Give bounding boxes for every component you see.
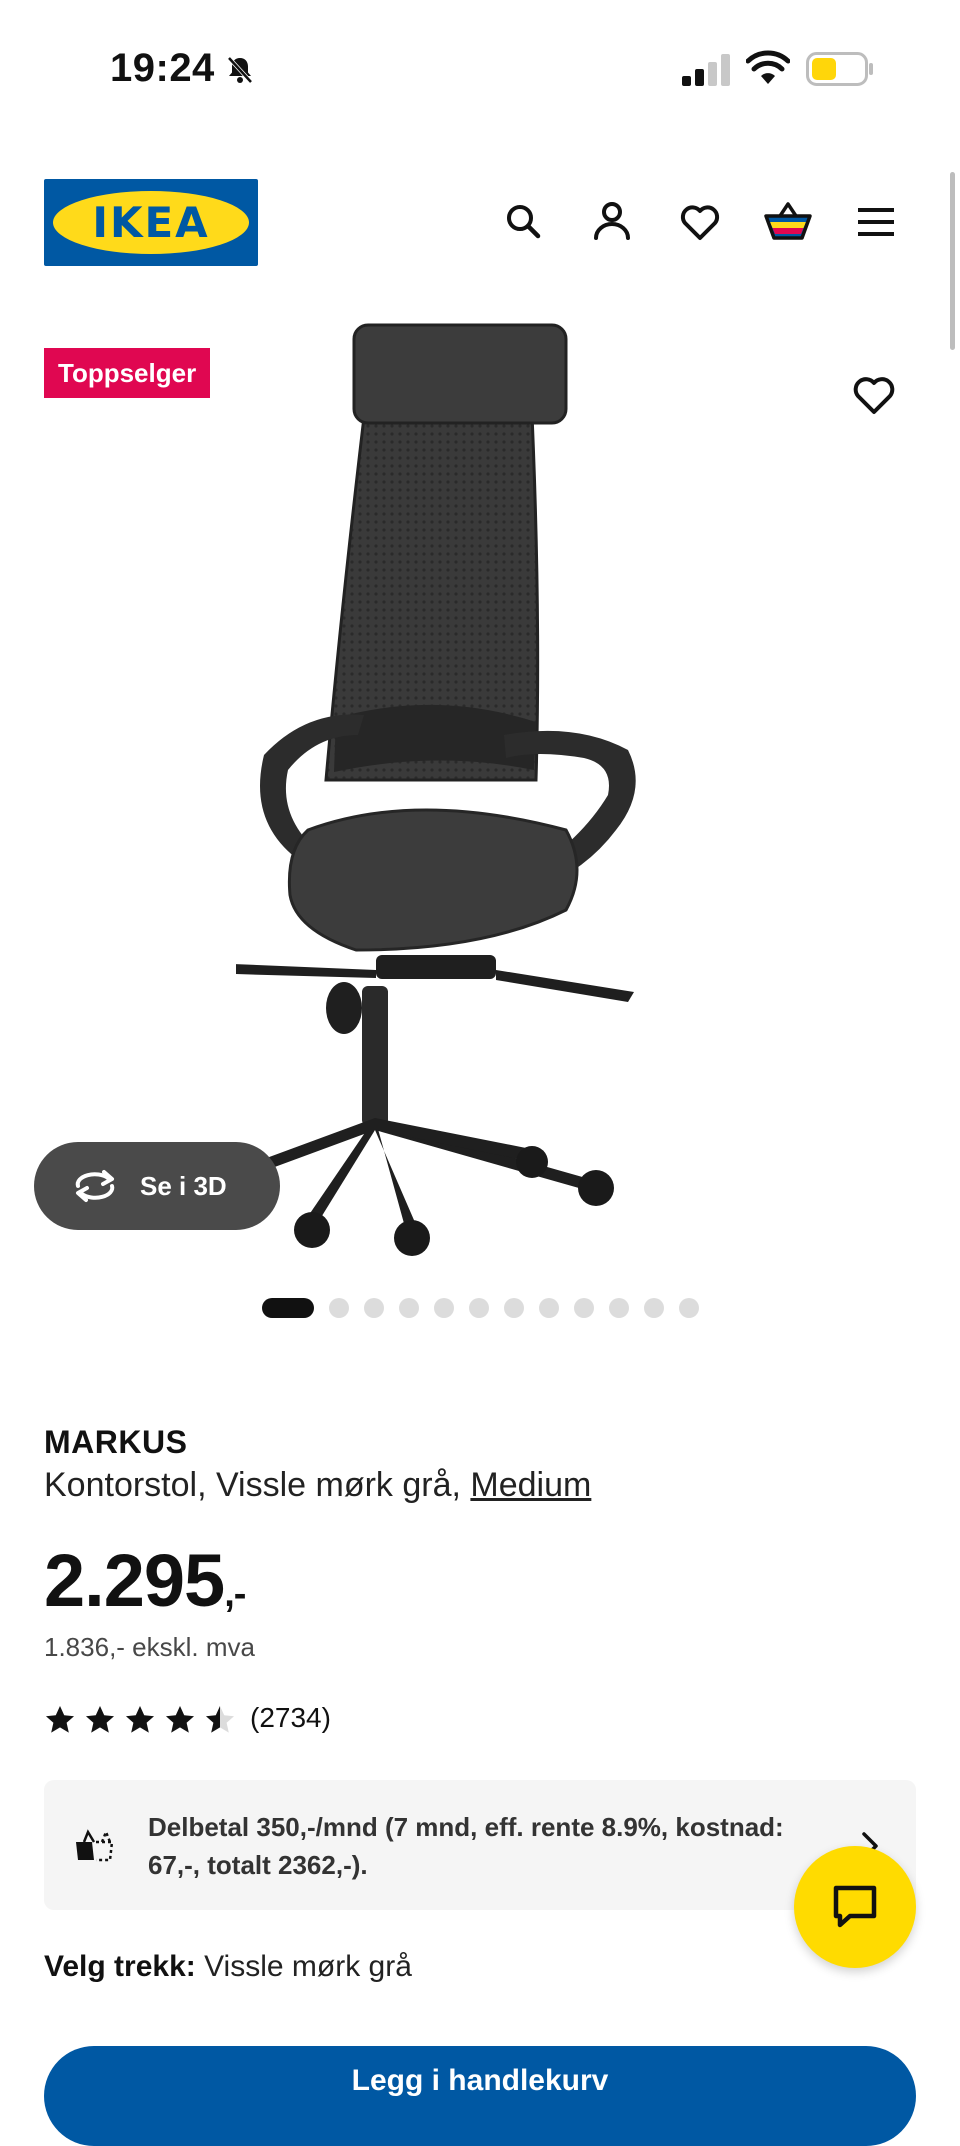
carousel-dot[interactable]: [644, 1298, 664, 1318]
rating-stars[interactable]: [44, 1704, 236, 1736]
choose-cover-label: Velg trekk:: [44, 1950, 196, 1983]
carousel-pagination[interactable]: [262, 1298, 699, 1318]
search-icon[interactable]: [498, 196, 550, 248]
hamburger-menu-icon[interactable]: [850, 196, 902, 248]
product-description-text: Kontorstol, Vissle mørk grå,: [44, 1466, 471, 1504]
installment-payment-icon: [76, 1828, 114, 1862]
bell-slash-icon: [227, 56, 253, 84]
add-to-cart-button[interactable]: Legg i handlekurv: [44, 2046, 916, 2146]
carousel-dot[interactable]: [539, 1298, 559, 1318]
view-in-3d-button[interactable]: Se i 3D: [34, 1142, 280, 1230]
star-full-icon: [126, 1706, 154, 1733]
price-excl-vat: 1.836,- ekskl. mva: [44, 1632, 255, 1662]
carousel-dot[interactable]: [329, 1298, 349, 1318]
cellular-signal-icon: [682, 54, 730, 86]
rotate-3d-icon: [75, 1170, 115, 1202]
review-count[interactable]: (2734): [250, 1702, 331, 1734]
status-time: 19:24: [110, 46, 215, 90]
product-name: MARKUS: [44, 1424, 188, 1460]
size-variant-link[interactable]: Medium: [470, 1466, 591, 1504]
wifi-icon: [746, 50, 790, 84]
carousel-dot[interactable]: [434, 1298, 454, 1318]
carousel-dot[interactable]: [469, 1298, 489, 1318]
chat-bubble-icon: [833, 1885, 877, 1928]
page-scrollbar[interactable]: [950, 172, 955, 350]
star-full-icon: [166, 1706, 194, 1733]
installment-payment-text: Delbetal 350,-/mnd (7 mnd, eff. rente 8.…: [148, 1812, 784, 1880]
price-suffix: ,-: [224, 1573, 246, 1615]
ikea-logo[interactable]: IKEA: [44, 179, 258, 266]
chat-button[interactable]: [794, 1846, 916, 1968]
battery-icon: [806, 52, 873, 86]
star-full-icon: [86, 1706, 114, 1733]
choose-cover[interactable]: Velg trekk: Vissle mørk grå: [44, 1950, 412, 1984]
add-to-favorites-heart-icon[interactable]: [846, 366, 902, 422]
carousel-dot[interactable]: [504, 1298, 524, 1318]
add-to-cart-label: Legg i handlekurv: [351, 2064, 609, 2097]
price-main: 2.295: [44, 1539, 225, 1622]
logo-text: IKEA: [92, 198, 210, 247]
star-full-icon: [46, 1706, 74, 1733]
profile-icon[interactable]: [586, 196, 638, 248]
star-half-icon: [206, 1706, 234, 1733]
installment-payment-card[interactable]: Delbetal 350,-/mnd (7 mnd, eff. rente 8.…: [44, 1780, 916, 1910]
shopping-bag-icon[interactable]: [762, 196, 814, 248]
product-description: Kontorstol, Vissle mørk grå, Medium: [44, 1466, 591, 1505]
top-seller-badge: Toppselger: [44, 348, 211, 398]
favorites-heart-icon[interactable]: [674, 196, 726, 248]
product-price: 2.295,-: [44, 1538, 246, 1623]
view-in-3d-label: Se i 3D: [140, 1171, 227, 1201]
carousel-dot[interactable]: [399, 1298, 419, 1318]
carousel-dot[interactable]: [679, 1298, 699, 1318]
carousel-dot[interactable]: [609, 1298, 629, 1318]
carousel-dot[interactable]: [364, 1298, 384, 1318]
carousel-dot-active[interactable]: [262, 1298, 314, 1318]
choose-cover-value: Vissle mørk grå: [204, 1950, 412, 1983]
product-image-chair[interactable]: [236, 310, 726, 1260]
carousel-dot[interactable]: [574, 1298, 594, 1318]
